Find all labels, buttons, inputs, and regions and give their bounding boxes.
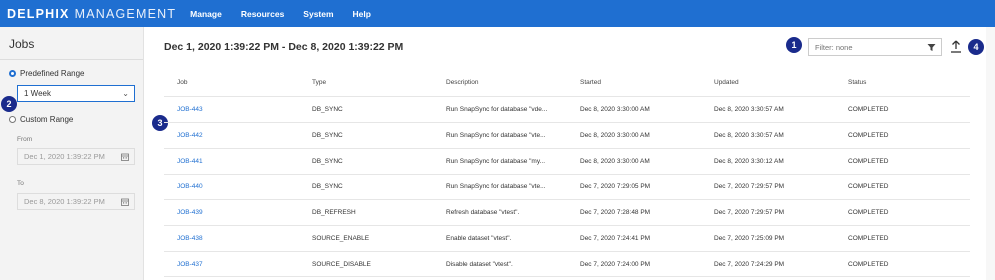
date-range-title: Dec 1, 2020 1:39:22 PM - Dec 8, 2020 1:3… [164,41,404,53]
job-status: COMPLETED [848,235,889,242]
job-description: Run SnapSync for database "my... [446,157,546,165]
job-status: COMPLETED [848,131,889,139]
sidebar-divider [0,59,143,60]
callout-badge-2: 2 [1,96,17,112]
top-navigation-bar: DELPHIX MANAGEMENT Manage Resources Syst… [0,0,995,27]
brand-subtitle: MANAGEMENT [74,6,177,21]
main-nav: Manage Resources System Help [190,9,390,19]
job-type: SOURCE_DISABLE [312,260,371,268]
job-type: DB_SYNC [312,157,343,165]
page-scrollbar[interactable] [986,27,995,280]
predefined-range-select[interactable]: 1 Week ⌄ [17,85,135,102]
jobs-sidebar: Jobs Predefined Range 1 Week ⌄ Custom Ra… [0,27,144,280]
filter-box[interactable] [808,38,942,56]
job-description: Refresh database "vtest". [446,209,520,217]
job-type: DB_SYNC [312,106,343,113]
job-type: DB_SYNC [312,183,343,191]
job-updated: Dec 8, 2020 3:30:12 AM [714,157,784,165]
job-description: Run SnapSync for database "vte... [446,183,546,191]
header-status[interactable]: Status [848,79,866,86]
predefined-range-value: 1 Week [24,89,51,98]
nav-help[interactable]: Help [353,9,371,19]
calendar-icon[interactable] [121,198,129,206]
job-started: Dec 7, 2020 7:24:00 PM [580,260,651,268]
predefined-range-radio[interactable] [9,70,16,77]
row-divider [164,276,970,277]
job-description: Run SnapSync for database "vte... [446,131,546,139]
header-started[interactable]: Started [580,79,601,86]
job-description: Disable dataset "vtest". [446,260,513,268]
callout-badge-3: 3 [152,115,168,131]
header-updated[interactable]: Updated [714,79,739,86]
job-updated: Dec 7, 2020 7:29:57 PM [714,209,785,217]
job-started: Dec 8, 2020 3:30:00 AM [580,131,650,139]
callout-badge-4: 4 [968,39,984,55]
predefined-range-label: Predefined Range [20,69,85,78]
job-started: Dec 8, 2020 3:30:00 AM [580,106,650,113]
sidebar-title: Jobs [9,37,35,51]
from-label: From [17,136,33,143]
custom-range-label: Custom Range [20,115,74,124]
job-started: Dec 7, 2020 7:24:41 PM [580,235,651,242]
job-updated: Dec 7, 2020 7:24:29 PM [714,260,785,268]
to-date-value: Dec 8, 2020 1:39:22 PM [24,197,105,206]
job-id[interactable]: JOB-442 [177,132,203,139]
job-id[interactable]: JOB-440 [177,183,203,190]
job-status: COMPLETED [848,183,889,191]
custom-range-radio[interactable] [9,116,16,123]
job-updated: Dec 7, 2020 7:29:57 PM [714,183,785,191]
export-upload-icon[interactable] [950,40,962,53]
nav-resources[interactable]: Resources [241,9,284,19]
row-divider [164,174,970,175]
job-status: COMPLETED [848,209,889,217]
brand-name: DELPHIX [7,6,70,21]
header-job[interactable]: Job [177,79,187,86]
job-type: SOURCE_ENABLE [312,235,370,242]
row-divider [164,148,970,149]
calendar-icon[interactable] [121,153,129,161]
job-status: COMPLETED [848,106,889,113]
brand-logo[interactable]: DELPHIX MANAGEMENT [7,7,176,21]
job-id[interactable]: JOB-443 [177,106,203,113]
header-description[interactable]: Description [446,79,479,86]
row-divider [164,96,970,97]
job-updated: Dec 8, 2020 3:30:57 AM [714,106,784,113]
job-description: Enable dataset "vtest". [446,235,512,242]
row-divider [164,199,970,200]
job-started: Dec 8, 2020 3:30:00 AM [580,157,650,165]
job-description: Run SnapSync for database "vde... [446,106,548,113]
filter-funnel-icon[interactable] [927,43,936,52]
job-id[interactable]: JOB-437 [177,261,203,268]
row-divider [164,122,970,123]
to-date-input[interactable]: Dec 8, 2020 1:39:22 PM [17,193,135,210]
callout-badge-1: 1 [786,37,802,53]
job-id[interactable]: JOB-441 [177,158,203,165]
job-updated: Dec 7, 2020 7:25:09 PM [714,235,785,242]
row-divider [164,251,970,252]
header-type[interactable]: Type [312,79,326,86]
nav-system[interactable]: System [303,9,333,19]
job-started: Dec 7, 2020 7:28:48 PM [580,209,651,217]
to-label: To [17,180,24,187]
job-id[interactable]: JOB-438 [177,235,203,242]
nav-manage[interactable]: Manage [190,9,222,19]
job-updated: Dec 8, 2020 3:30:57 AM [714,131,784,139]
job-type: DB_REFRESH [312,209,356,217]
filter-input[interactable] [815,42,920,52]
job-type: DB_SYNC [312,131,343,139]
chevron-down-icon: ⌄ [122,89,129,98]
from-date-input[interactable]: Dec 1, 2020 1:39:22 PM [17,148,135,165]
job-status: COMPLETED [848,260,889,268]
from-date-value: Dec 1, 2020 1:39:22 PM [24,152,105,161]
job-started: Dec 7, 2020 7:29:05 PM [580,183,651,191]
job-status: COMPLETED [848,157,889,165]
job-id[interactable]: JOB-439 [177,209,203,216]
row-divider [164,225,970,226]
